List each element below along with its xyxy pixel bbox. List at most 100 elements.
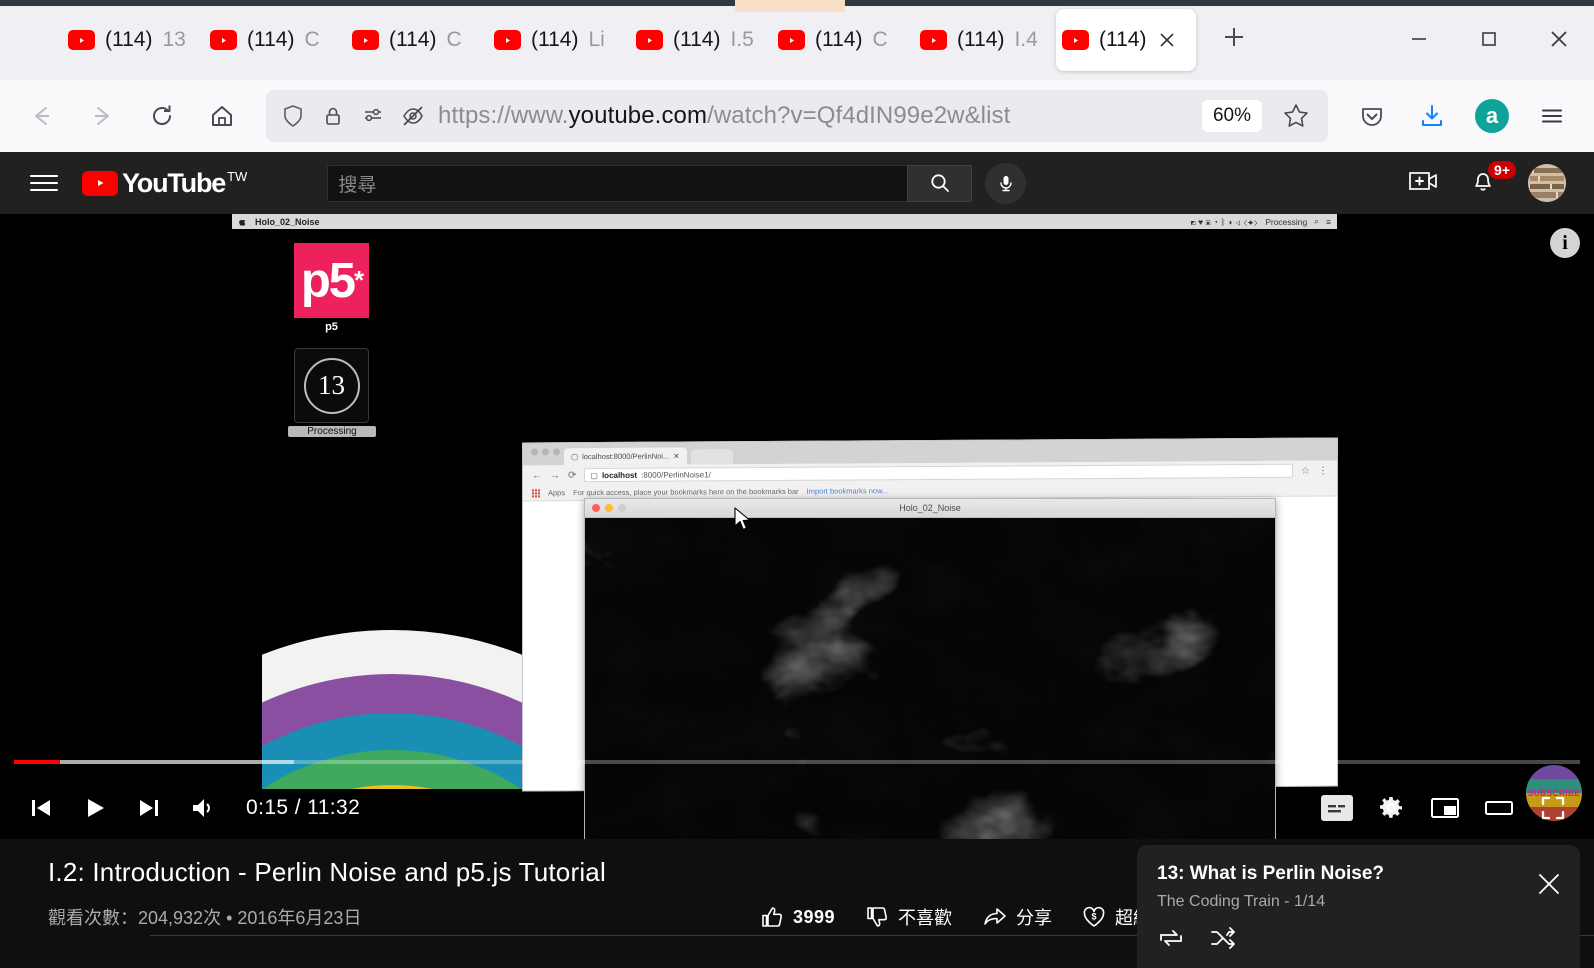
recorded-forward-arrow-icon: →: [550, 469, 560, 481]
recorded-page-icon: ▢: [590, 470, 598, 480]
youtube-favicon-icon: [68, 30, 95, 50]
desktop-icon-processing-label: Processing: [288, 426, 376, 437]
youtube-favicon-icon: [1062, 30, 1089, 50]
browser-tab[interactable]: (114) I.4: [914, 9, 1056, 71]
tab-unread-count: (114): [105, 28, 153, 51]
tab-title: I.4: [1014, 28, 1038, 51]
youtube-logo[interactable]: YouTube TW: [82, 168, 247, 199]
new-tab-button[interactable]: [1210, 13, 1258, 61]
tab-title: I.5: [730, 28, 754, 51]
shield-icon[interactable]: [278, 103, 308, 129]
account-button[interactable]: a: [1464, 88, 1520, 144]
page-favicon-icon: ▢: [571, 452, 579, 462]
tab-list: (114) 13 (114) C (114) C (114) Li (114): [0, 0, 1258, 80]
time-display: 0:15 / 11:32: [246, 796, 361, 819]
header-actions: 9+: [1408, 161, 1572, 202]
progress-bar[interactable]: [0, 759, 1594, 764]
mac-menubar-app: Processing: [1265, 216, 1308, 227]
tab-unread-count: (114): [815, 28, 863, 51]
account-initial: a: [1475, 99, 1509, 133]
permissions-icon[interactable]: [358, 103, 388, 129]
close-icon[interactable]: [1536, 871, 1562, 902]
player-info-overlay: i: [1550, 228, 1580, 258]
video-player[interactable]: Holo_02_Noise ◩ ♥ ▣ ◔ ᛒ ◗ ◁ ⟨✦⟩ Processi…: [0, 214, 1594, 839]
microphone-icon[interactable]: [985, 162, 1027, 204]
volume-icon[interactable]: [176, 781, 230, 835]
processing-logo-icon: 13: [303, 357, 360, 414]
zoom-level-badge[interactable]: 60%: [1201, 100, 1262, 132]
tab-close-icon[interactable]: [1156, 29, 1178, 51]
window-close-button[interactable]: [1524, 10, 1594, 68]
browser-tab-active[interactable]: (114): [1056, 9, 1196, 71]
download-icon[interactable]: [1404, 88, 1460, 144]
youtube-favicon-icon: [636, 30, 663, 50]
browser-tab[interactable]: (114) C: [346, 9, 488, 71]
shuffle-icon[interactable]: [1209, 927, 1237, 954]
apps-grid-icon: [532, 488, 540, 497]
recorded-tab-title: localhost:8000/PerlinNoi...: [582, 451, 670, 462]
home-icon[interactable]: [194, 88, 250, 144]
next-track-icon[interactable]: [122, 781, 176, 835]
browser-tab[interactable]: (114) 13: [62, 9, 204, 71]
svg-text:$: $: [1091, 912, 1096, 922]
recorded-chrome-tab-inactive: [690, 449, 733, 465]
star-icon[interactable]: [1276, 101, 1316, 131]
loop-icon[interactable]: [1157, 927, 1185, 954]
playlist-subtitle: The Coding Train - 1/14: [1157, 893, 1326, 910]
youtube-favicon-icon: [210, 30, 237, 50]
desktop-icon-p5[interactable]: p5 *: [294, 243, 369, 318]
reload-icon[interactable]: [134, 88, 190, 144]
search-button[interactable]: [907, 164, 973, 202]
forward-arrow-icon[interactable]: [74, 88, 130, 144]
window-maximize-button[interactable]: [1454, 10, 1524, 68]
recorded-tab-close-icon: ✕: [673, 451, 680, 461]
hamburger-menu-icon[interactable]: [1524, 88, 1580, 144]
share-button[interactable]: 分享: [982, 904, 1052, 930]
create-video-icon[interactable]: [1408, 168, 1442, 199]
like-count: 3999: [792, 906, 835, 927]
browser-tab[interactable]: (114) Li: [488, 9, 630, 71]
url-bar[interactable]: https://www.youtube.com/watch?v=Qf4dIN99…: [266, 90, 1328, 142]
tab-title: C: [872, 28, 888, 51]
info-button[interactable]: i: [1550, 228, 1580, 258]
browser-tab[interactable]: (114) C: [772, 9, 914, 71]
play-icon[interactable]: [68, 781, 122, 835]
browser-tab[interactable]: (114) C: [204, 9, 346, 71]
notifications-button[interactable]: 9+: [1468, 161, 1516, 200]
thumbs-down-icon: [867, 907, 888, 927]
dislike-button[interactable]: 不喜歡: [865, 904, 952, 930]
bookmarks-hint: For quick access, place your bookmarks h…: [573, 486, 799, 498]
window-controls: [1384, 10, 1594, 68]
tracker-blocked-icon[interactable]: [398, 103, 428, 129]
youtube-favicon-icon: [778, 30, 805, 50]
settings-gear-icon[interactable]: [1364, 781, 1418, 835]
previous-track-icon[interactable]: [14, 781, 68, 835]
page-content: YouTube TW 搜尋 9+ Holo_02_Noise ◩ ♥ ▣ ◔ ᛒ…: [0, 152, 1594, 968]
guide-menu-icon[interactable]: [22, 161, 66, 205]
avatar[interactable]: [1528, 164, 1566, 202]
share-icon: [984, 908, 1006, 925]
recorded-reload-icon: ⟳: [568, 469, 577, 481]
pocket-icon[interactable]: [1344, 88, 1400, 144]
browser-tab[interactable]: (114) I.5: [630, 9, 772, 71]
video-info-section: I.2: Introduction - Perlin Noise and p5.…: [0, 839, 1594, 968]
sketch-window-title: Holo_02_Noise: [899, 503, 961, 513]
tab-unread-count: (114): [531, 28, 579, 51]
window-minimize-button[interactable]: [1384, 10, 1454, 68]
apps-label: Apps: [548, 488, 566, 498]
recorded-url-path: :8000/PerlinNoise1/: [641, 469, 711, 480]
mac-menu-bar: Holo_02_Noise ◩ ♥ ▣ ◔ ᛒ ◗ ◁ ⟨✦⟩ Processi…: [232, 214, 1337, 229]
miniplayer-icon[interactable]: [1418, 781, 1472, 835]
desktop-icon-processing[interactable]: 13: [294, 348, 369, 423]
like-button[interactable]: 3999: [760, 905, 835, 929]
lock-icon[interactable]: [318, 104, 348, 128]
search-input[interactable]: 搜尋: [327, 164, 908, 202]
back-arrow-icon[interactable]: [14, 88, 70, 144]
playlist-panel[interactable]: 13: What is Perlin Noise? The Coding Tra…: [1137, 845, 1580, 968]
notification-badge: 9+: [1488, 161, 1516, 179]
youtube-header: YouTube TW 搜尋 9+: [0, 152, 1594, 214]
desktop-icon-p5-label: p5: [325, 321, 338, 333]
tab-unread-count: (114): [247, 28, 295, 51]
theater-mode-icon[interactable]: [1472, 781, 1526, 835]
subtitles-icon[interactable]: [1310, 781, 1364, 835]
